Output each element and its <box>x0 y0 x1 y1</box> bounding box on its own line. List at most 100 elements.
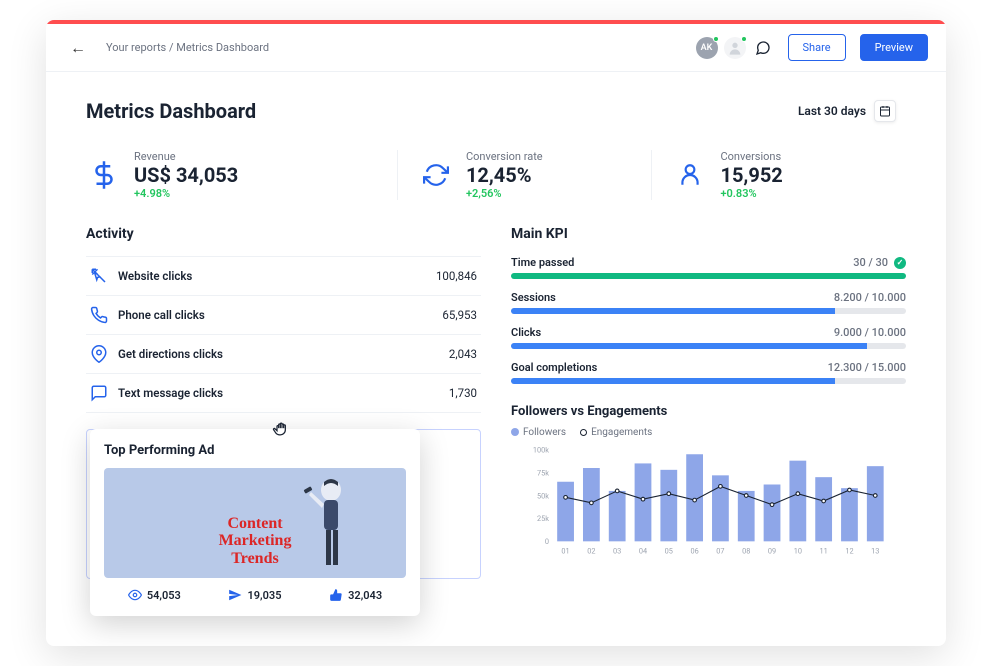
kpi-label: Goal completions <box>511 361 597 374</box>
check-icon: ✓ <box>894 257 906 269</box>
legend-engagements: Engagements <box>580 427 652 438</box>
title-row: Metrics Dashboard Last 30 days <box>86 94 906 128</box>
svg-text:12: 12 <box>845 546 853 555</box>
ad-image: Content Marketing Trends <box>104 468 406 578</box>
chart-legend: Followers Engagements <box>511 427 906 438</box>
svg-text:01: 01 <box>561 546 569 555</box>
stat-delta: +4.98% <box>134 187 238 200</box>
kpi-bar <box>511 273 906 279</box>
kpi-label: Time passed <box>511 256 574 269</box>
stats-row: Revenue US$ 34,053 +4.98% Conversion rat… <box>86 150 906 200</box>
activity-label: Phone call clicks <box>118 308 432 322</box>
activity-label: Website clicks <box>118 269 426 283</box>
stat-label: Conversions <box>720 150 782 163</box>
kpi-bar <box>511 343 906 349</box>
chat-icon[interactable] <box>752 37 774 59</box>
section-title: Main KPI <box>511 226 906 242</box>
kpi-bar <box>511 378 906 384</box>
left-column: Activity Website clicks 100,846 Phone call… <box>86 226 481 616</box>
ad-metric-value: 32,043 <box>348 589 382 602</box>
svg-text:09: 09 <box>768 546 776 555</box>
person-illustration-icon <box>296 472 366 572</box>
activity-list: Website clicks 100,846 Phone call clicks 65… <box>86 256 481 413</box>
avatar-initials: AK <box>701 43 713 53</box>
right-column: Main KPI Time passed 30 / 30 ✓ Sessions8.20… <box>511 226 906 616</box>
activity-label: Text message clicks <box>118 386 439 400</box>
status-dot-icon <box>741 36 747 42</box>
kpi-row: Time passed 30 / 30 ✓ <box>511 256 906 279</box>
ad-metrics: 54,053 19,035 32,043 <box>104 588 406 602</box>
user-icon <box>727 40 743 56</box>
legend-followers: Followers <box>511 427 566 438</box>
ad-metric-value: 54,053 <box>147 589 181 602</box>
kpi-fill <box>511 343 867 349</box>
share-button[interactable]: Share <box>788 34 846 61</box>
ad-metric-value: 19,035 <box>247 589 281 602</box>
user-icon <box>672 157 708 193</box>
eye-icon <box>128 588 142 602</box>
svg-text:75k: 75k <box>537 468 549 477</box>
activity-row: Get directions clicks 2,043 <box>86 335 481 374</box>
activity-icon <box>90 345 108 363</box>
send-icon <box>228 588 242 602</box>
svg-text:05: 05 <box>665 546 673 555</box>
svg-text:100k: 100k <box>533 446 549 454</box>
stat-delta: +2,56% <box>466 187 543 200</box>
thumbs-up-icon <box>329 588 343 602</box>
stat-label: Conversion rate <box>466 150 543 163</box>
breadcrumb[interactable]: Your reports / Metrics Dashboard <box>106 41 682 54</box>
svg-text:08: 08 <box>742 546 750 555</box>
stat-value: 12,45% <box>466 163 543 187</box>
activity-value: 65,953 <box>442 308 477 322</box>
svg-text:07: 07 <box>716 546 724 555</box>
activity-label: Get directions clicks <box>118 347 439 361</box>
activity-value: 1,730 <box>449 386 477 400</box>
content: Metrics Dashboard Last 30 days Revenue U… <box>46 72 946 646</box>
ad-metric-views: 54,053 <box>128 588 181 602</box>
refresh-icon <box>418 157 454 193</box>
activity-row: Phone call clicks 65,953 <box>86 296 481 335</box>
ad-headline: Content Marketing Trends <box>219 515 292 568</box>
stat-delta: +0.83% <box>720 187 782 200</box>
preview-button[interactable]: Preview <box>860 34 928 61</box>
stat-conversion-rate: Conversion rate 12,45% +2,56% <box>397 150 652 200</box>
activity-value: 2,043 <box>449 347 477 361</box>
kpi-list: Time passed 30 / 30 ✓ Sessions8.200 / 10.00… <box>511 256 906 384</box>
topbar: ← Your reports / Metrics Dashboard AK Sh… <box>46 24 946 72</box>
ad-metric-sends: 19,035 <box>228 588 281 602</box>
legend-ring-icon <box>580 429 587 436</box>
stat-conversions: Conversions 15,952 +0.83% <box>651 150 906 200</box>
section-title: Activity <box>86 226 481 242</box>
kpi-fill <box>511 273 906 279</box>
followers-chart: 025k50k75k100k01020304050607080910111213 <box>511 446 906 556</box>
app-window: ← Your reports / Metrics Dashboard AK Sh… <box>46 20 946 646</box>
svg-text:11: 11 <box>820 546 828 555</box>
date-range-picker[interactable]: Last 30 days <box>788 94 906 128</box>
svg-text:03: 03 <box>613 546 621 555</box>
legend-dot-icon <box>511 428 519 436</box>
avatar-group: AK <box>696 37 774 59</box>
kpi-value: 30 / 30 <box>853 256 888 269</box>
kpi-bar <box>511 308 906 314</box>
kpi-row: Sessions8.200 / 10.000 <box>511 291 906 314</box>
activity-row: Website clicks 100,846 <box>86 257 481 296</box>
ad-card[interactable]: Top Performing Ad Content Marketing Tren… <box>90 429 420 616</box>
kpi-value: 9.000 / 10.000 <box>834 326 906 339</box>
avatar[interactable]: AK <box>696 37 718 59</box>
grab-cursor-icon <box>272 419 292 443</box>
back-arrow-icon[interactable]: ← <box>64 36 92 60</box>
svg-text:50k: 50k <box>537 491 549 500</box>
page-title: Metrics Dashboard <box>86 99 256 123</box>
avatar[interactable] <box>724 37 746 59</box>
svg-text:10: 10 <box>794 546 802 555</box>
ad-title: Top Performing Ad <box>104 443 406 458</box>
stat-label: Revenue <box>134 150 238 163</box>
kpi-label: Clicks <box>511 326 541 339</box>
activity-icon <box>90 306 108 324</box>
kpi-row: Clicks 9.000 / 10.000 <box>511 326 906 349</box>
svg-text:13: 13 <box>871 546 879 555</box>
svg-text:04: 04 <box>639 546 647 555</box>
activity-value: 100,846 <box>436 269 477 283</box>
svg-text:06: 06 <box>690 546 698 555</box>
svg-text:02: 02 <box>587 546 595 555</box>
